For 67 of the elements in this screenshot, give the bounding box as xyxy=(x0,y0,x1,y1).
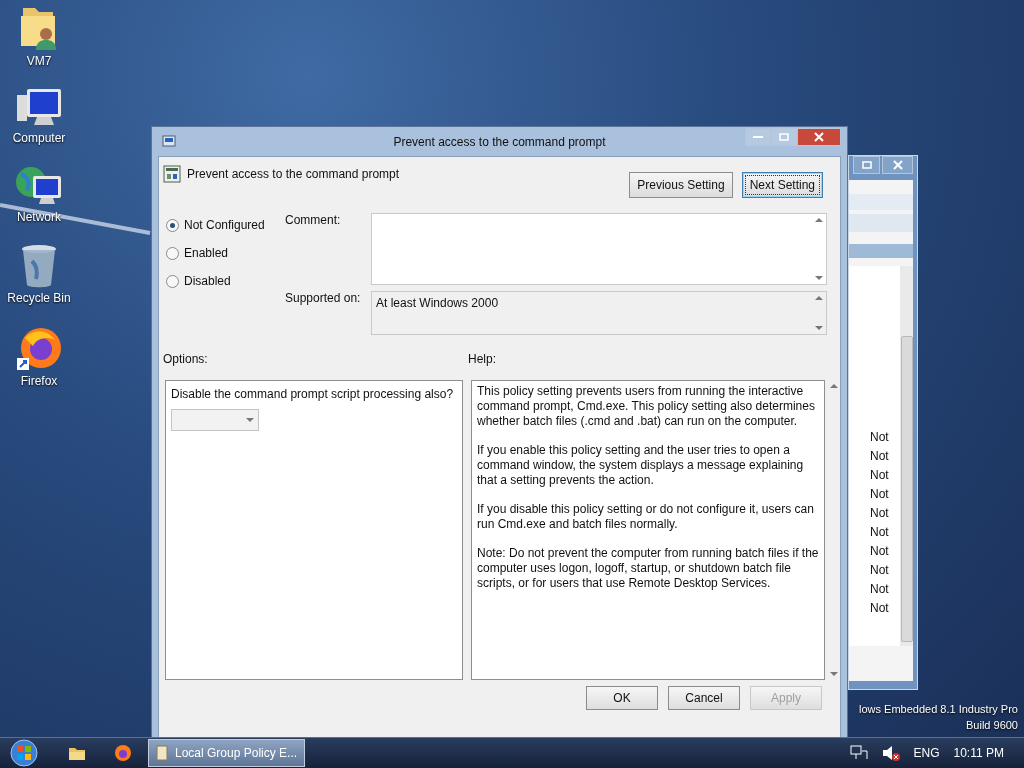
state-cell-text: Not xyxy=(870,448,890,465)
close-icon xyxy=(892,160,903,170)
help-paragraph: This policy setting prevents users from running the interactive command prompt, Cmd.exe. This policy setting also determines whether batch files (.cmd and .bat) can run on the computer. xyxy=(477,384,816,429)
state-radio[interactable]: Enabled xyxy=(166,246,285,260)
scroll-up-icon[interactable] xyxy=(830,384,838,388)
help-paragraph: Note: Do not prevent the computer from running batch files if the computer uses logon, logoff, startup, or shutdown batch file scripts, or for users that use Remote Desktop Services. xyxy=(477,546,819,591)
scrollbar[interactable] xyxy=(900,266,913,646)
os-version-text: lows Embedded 8.1 Industry Pro xyxy=(859,703,1018,715)
maximize-button[interactable] xyxy=(853,156,881,174)
help-paragraph: If you enable this policy setting and the user tries to open a command window, the system displays a message explaining that a setting prevents the action. xyxy=(477,443,805,488)
desktop-icon-label[interactable]: Computer xyxy=(12,131,66,145)
document-icon xyxy=(155,745,169,761)
menu-bar xyxy=(849,194,913,210)
folder-icon[interactable] xyxy=(68,745,86,761)
close-icon xyxy=(814,132,824,142)
desktop-icon-label[interactable]: Recycle Bin xyxy=(7,291,71,305)
state-cell-text: Not xyxy=(870,429,890,446)
scroll-down-icon[interactable] xyxy=(815,276,823,280)
supported-label: Supported on: xyxy=(285,291,362,307)
dropdown-field[interactable] xyxy=(171,409,259,431)
muted-speaker-icon[interactable] xyxy=(881,745,900,761)
maximize-icon xyxy=(861,161,872,169)
scroll-down-icon[interactable] xyxy=(830,672,838,676)
state-radio[interactable]: Disabled xyxy=(166,274,285,288)
comment-field[interactable] xyxy=(371,213,827,285)
nav-setting-button[interactable]: Next Setting xyxy=(741,172,823,198)
state-cell-text: Not xyxy=(870,524,890,541)
options-label: Options: xyxy=(163,352,209,368)
clock[interactable]: 10:11 PM xyxy=(953,746,1004,760)
scroll-down-icon[interactable] xyxy=(815,326,823,330)
supported-field[interactable]: At least Windows 2000 xyxy=(371,291,827,335)
setting-name: Prevent access to the command prompt xyxy=(187,167,401,181)
state-cell-text: Not xyxy=(870,562,890,579)
close-button[interactable] xyxy=(882,156,913,174)
desktop-icon-label[interactable]: Network xyxy=(17,210,61,224)
dialog-button[interactable]: Cancel xyxy=(668,686,740,710)
scroll-up-icon[interactable] xyxy=(815,296,823,300)
state-cell-text: Not xyxy=(870,543,890,560)
maximize-icon xyxy=(779,133,789,141)
desktop-icon-label[interactable]: Firefox xyxy=(20,374,58,388)
app-icon xyxy=(162,134,178,149)
toolbar xyxy=(849,214,913,232)
scroll-up-icon[interactable] xyxy=(815,218,823,222)
language-indicator[interactable]: ENG xyxy=(913,746,940,760)
help-label: Help: xyxy=(468,352,497,368)
start-button[interactable] xyxy=(8,739,40,767)
state-cell-text: Not xyxy=(870,581,890,598)
state-cell-text: Not xyxy=(870,505,890,522)
trash-bin-icon xyxy=(20,243,58,289)
state-cell-text: Not xyxy=(870,600,890,617)
caret-icon xyxy=(246,418,254,422)
state-cell-text: Not xyxy=(870,467,890,484)
state-radio[interactable]: Not Configured xyxy=(166,218,285,232)
policy-icon xyxy=(163,165,181,183)
window-title: Prevent access to the command prompt xyxy=(393,134,606,149)
help-paragraph: If you disable this policy setting or do not configure it, users can run Cmd.exe and batch files normally. xyxy=(477,502,815,532)
nav-setting-button[interactable]: Previous Setting xyxy=(629,172,733,198)
os-version-text: Build 9600 xyxy=(966,719,1018,731)
close-button[interactable] xyxy=(797,128,841,146)
minimize-icon xyxy=(753,135,763,139)
comment-label: Comment: xyxy=(285,213,342,229)
option-prompt: Disable the command prompt script processing also? xyxy=(171,387,455,402)
state-cell-text: Not xyxy=(870,486,890,503)
dialog-button[interactable]: OK xyxy=(586,686,658,710)
desktop-icon-label[interactable]: VM7 xyxy=(26,54,52,68)
network-icon[interactable] xyxy=(849,745,868,761)
browser-icon[interactable] xyxy=(114,744,132,762)
